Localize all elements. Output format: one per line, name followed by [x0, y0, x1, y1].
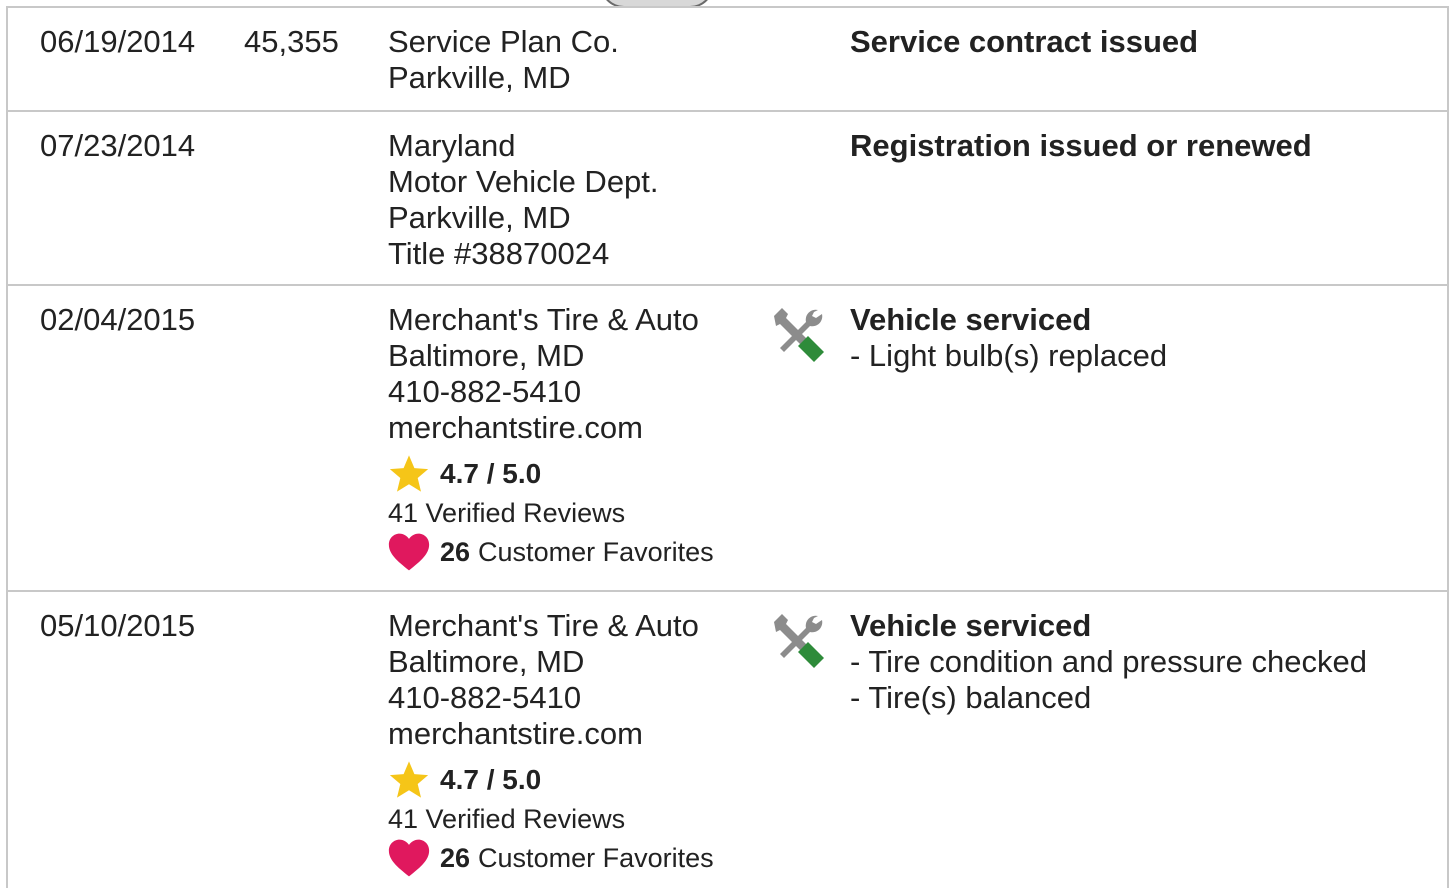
- source-line: Merchant's Tire & Auto: [388, 302, 699, 337]
- record-date: 05/10/2015: [40, 608, 196, 643]
- record-comments: Registration issued or renewed: [850, 128, 1312, 164]
- source-line: Baltimore, MD: [388, 644, 585, 679]
- verified-reviews-link[interactable]: 41 Verified Reviews: [388, 802, 714, 836]
- source-line: Parkville, MD: [388, 60, 571, 95]
- record-source: Maryland Motor Vehicle Dept. Parkville, …: [388, 128, 659, 272]
- table-row: 02/04/2015 Merchant's Tire & Auto Baltim…: [8, 286, 1447, 592]
- record-headline: Vehicle serviced: [850, 302, 1092, 337]
- source-line: Merchant's Tire & Auto: [388, 608, 699, 643]
- shop-website-link[interactable]: merchantstire.com: [388, 410, 714, 446]
- table-row: 06/19/2014 45,355 Service Plan Co. Parkv…: [8, 8, 1447, 112]
- favorites-count: 26: [440, 843, 471, 873]
- shop-rating: 4.7 / 5.0: [388, 452, 714, 496]
- record-headline: Service contract issued: [850, 24, 1199, 59]
- record-source: Merchant's Tire & Auto Baltimore, MD 410…: [388, 302, 714, 574]
- star-icon: [389, 455, 429, 492]
- table-row: 07/23/2014 Maryland Motor Vehicle Dept. …: [8, 112, 1447, 286]
- record-comments: Vehicle serviced - Light bulb(s) replace…: [850, 302, 1167, 374]
- source-line: 410-882-5410: [388, 374, 582, 409]
- favorites-label: Customer Favorites: [478, 843, 714, 873]
- record-date: 07/23/2014: [40, 128, 196, 163]
- service-tools-icon: [768, 306, 826, 364]
- source-line: Baltimore, MD: [388, 338, 585, 373]
- heart-icon: [388, 533, 430, 571]
- source-line: 410-882-5410: [388, 680, 582, 715]
- source-line: Title #38870024: [388, 236, 610, 271]
- favorites-label: Customer Favorites: [478, 537, 714, 567]
- source-line: Parkville, MD: [388, 200, 571, 235]
- record-comments: Service contract issued: [850, 24, 1198, 60]
- source-line: Motor Vehicle Dept.: [388, 164, 659, 199]
- record-date: 02/04/2015: [40, 302, 196, 337]
- record-mileage: 45,355: [244, 24, 339, 59]
- record-source: Service Plan Co. Parkville, MD: [388, 24, 619, 96]
- star-icon: [389, 761, 429, 798]
- record-headline: Vehicle serviced: [850, 608, 1092, 643]
- shop-rating: 4.7 / 5.0: [388, 758, 714, 802]
- record-headline: Registration issued or renewed: [850, 128, 1312, 163]
- record-date: 06/19/2014: [40, 24, 196, 59]
- rating-value: 4.7 / 5.0: [440, 458, 542, 489]
- favorites-count: 26: [440, 537, 471, 567]
- customer-favorites: 26 Customer Favorites: [388, 530, 714, 574]
- rating-value: 4.7 / 5.0: [440, 764, 542, 795]
- service-tools-icon: [768, 612, 826, 670]
- vehicle-history-table: 06/19/2014 45,355 Service Plan Co. Parkv…: [6, 6, 1449, 888]
- record-comments: Vehicle serviced - Tire condition and pr…: [850, 608, 1367, 716]
- customer-favorites: 26 Customer Favorites: [388, 836, 714, 880]
- heart-icon: [388, 839, 430, 877]
- verified-reviews-link[interactable]: 41 Verified Reviews: [388, 496, 714, 530]
- source-line: Maryland: [388, 128, 516, 163]
- source-line: Service Plan Co.: [388, 24, 619, 59]
- shop-website-link[interactable]: merchantstire.com: [388, 716, 714, 752]
- service-detail: - Light bulb(s) replaced: [850, 338, 1168, 373]
- record-source: Merchant's Tire & Auto Baltimore, MD 410…: [388, 608, 714, 880]
- service-detail: - Tire(s) balanced: [850, 680, 1092, 715]
- table-row: 05/10/2015 Merchant's Tire & Auto Baltim…: [8, 592, 1447, 888]
- service-detail: - Tire condition and pressure checked: [850, 644, 1367, 679]
